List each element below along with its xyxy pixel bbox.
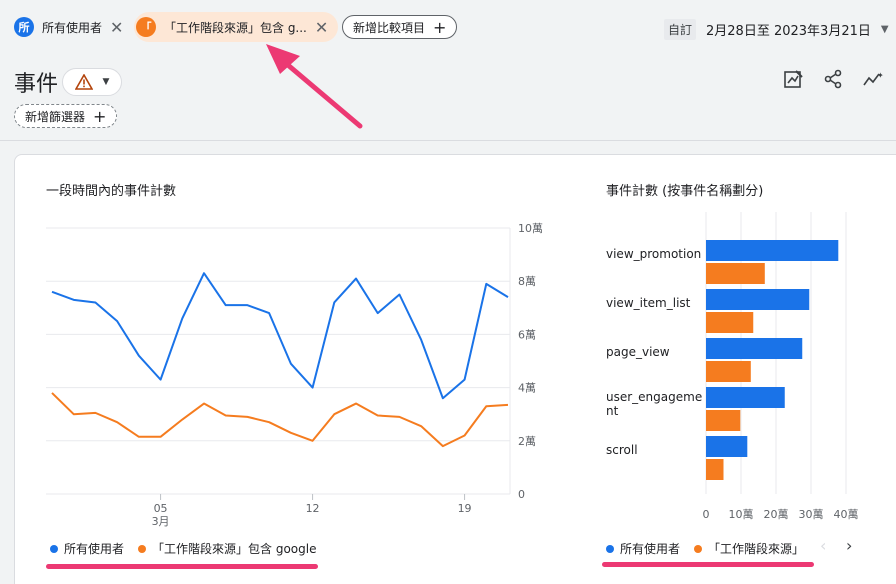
legend-next-icon[interactable]: ›: [846, 536, 852, 555]
category-label: view_item_list: [606, 296, 691, 310]
legend-dot-orange: [694, 544, 703, 553]
bar-all-users: [706, 289, 810, 310]
bar-google: [706, 361, 751, 382]
bar-all-users: [706, 387, 785, 408]
category-label: view_promotion: [606, 247, 701, 261]
bar-google: [706, 410, 741, 431]
category-label: user_engageme: [606, 390, 702, 404]
x-tick-label: 20萬: [764, 508, 789, 521]
bar-all-users: [706, 436, 748, 457]
legend-dot-blue: [50, 544, 58, 553]
bar-google: [706, 263, 765, 284]
legend-label: 「工作階段來源」: [708, 542, 805, 556]
x-tick-label: 0: [703, 508, 710, 521]
x-tick-label: 30萬: [799, 508, 824, 521]
legend-prev-icon[interactable]: ‹: [820, 536, 826, 555]
bar-chart: 0 10萬 20萬 30萬 40萬 view_promotion view_item_lis…: [606, 212, 859, 521]
bar-chart-legend: 所有使用者 「工作階段來源」: [606, 540, 804, 557]
category-label: nt: [606, 404, 619, 418]
x-tick-label: 40萬: [834, 508, 859, 521]
bar-all-users: [706, 338, 803, 359]
legend-label: 所有使用者: [620, 542, 681, 556]
bar-google: [706, 459, 724, 480]
legend-dot-blue: [606, 544, 614, 553]
category-label: page_view: [606, 345, 670, 359]
legend-label: 「工作階段來源」包含 google: [152, 542, 317, 556]
bar-all-users: [706, 240, 839, 261]
line-chart-legend: 所有使用者 「工作階段來源」包含 google: [50, 540, 316, 557]
legend-dot-orange: [138, 544, 147, 553]
highlight-underline: [46, 564, 318, 569]
bar-google: [706, 312, 754, 333]
highlight-underline: [602, 562, 814, 567]
legend-label: 所有使用者: [64, 542, 125, 556]
x-tick-label: 10萬: [729, 508, 754, 521]
category-label: scroll: [606, 443, 638, 457]
